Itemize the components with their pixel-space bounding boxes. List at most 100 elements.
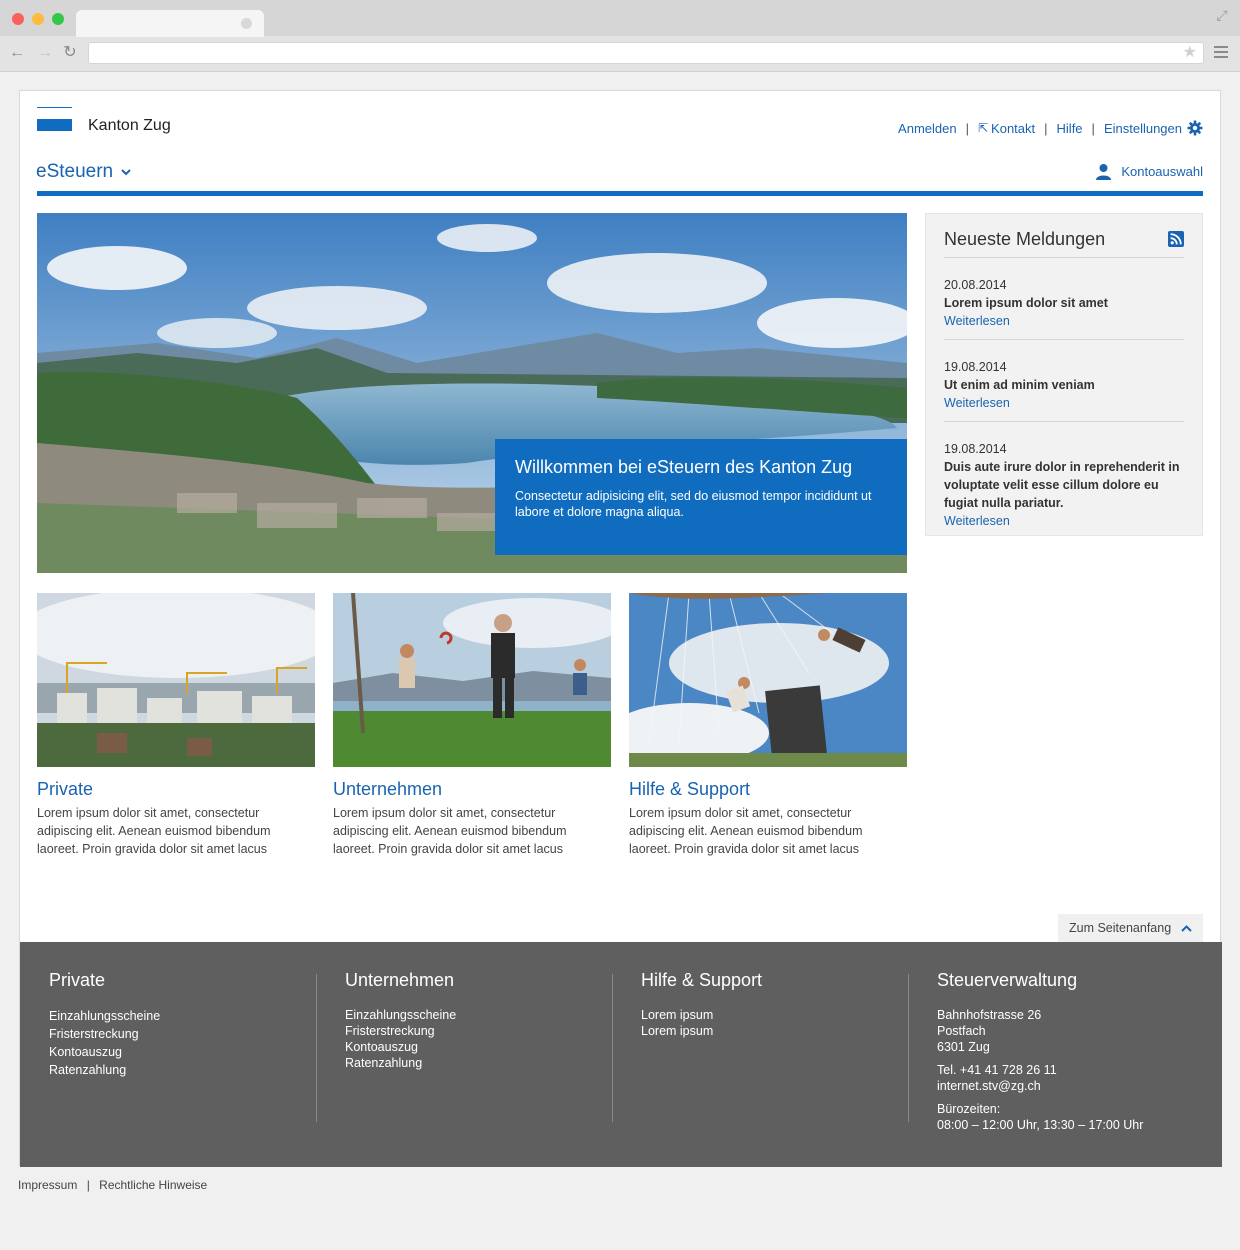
footer-link[interactable]: Lorem ipsum bbox=[641, 1007, 908, 1023]
card-title[interactable]: Unternehmen bbox=[333, 779, 611, 800]
welcome-title: Willkommen bei eSteuern des Kanton Zug bbox=[515, 457, 853, 477]
footer-link[interactable]: Lorem ipsum bbox=[641, 1023, 908, 1039]
footer-heading: Unternehmen bbox=[345, 970, 455, 990]
phone-number[interactable]: Tel. +41 41 728 26 11 bbox=[937, 1062, 1222, 1078]
news-headline: Lorem ipsum dolor sit amet bbox=[944, 296, 1108, 310]
separator: | bbox=[965, 120, 969, 136]
news-item: 19.08.2014 Ut enim ad minim veniam Weite… bbox=[944, 340, 1184, 422]
footer-col-business: Unternehmen Einzahlungsscheine Fristerst… bbox=[316, 970, 612, 1071]
logo-line bbox=[37, 107, 72, 108]
footer-link[interactable]: Einzahlungsscheine bbox=[345, 1007, 612, 1023]
card-title[interactable]: Private bbox=[37, 779, 315, 800]
app-menu-label: eSteuern bbox=[36, 161, 114, 182]
app-menu-button[interactable]: eSteuern bbox=[36, 161, 131, 183]
hours-text: 08:00 – 12:00 Uhr, 13:30 – 17:00 Uhr bbox=[937, 1118, 1144, 1132]
bookmark-star-icon[interactable]: ★ bbox=[1183, 44, 1197, 62]
card-private: Private Lorem ipsum dolor sit amet, cons… bbox=[37, 593, 315, 858]
footer-link[interactable]: Ratenzahlung bbox=[345, 1055, 612, 1071]
browser-chrome: ⤢ ← → ↻ ★ bbox=[0, 0, 1240, 72]
news-date: 19.08.2014 bbox=[944, 442, 1007, 456]
news-item: 20.08.2014 Lorem ipsum dolor sit amet We… bbox=[944, 258, 1184, 340]
card-support: Hilfe & Support Lorem ipsum dolor sit am… bbox=[629, 593, 907, 858]
logo-flag-icon bbox=[37, 119, 72, 131]
separator: | bbox=[1091, 120, 1095, 136]
read-more-link[interactable]: Weiterlesen bbox=[944, 512, 1184, 530]
welcome-text: Consectetur adipisicing elit, sed do eiu… bbox=[515, 489, 872, 519]
family-meadow-image bbox=[333, 593, 611, 767]
close-window-button[interactable] bbox=[12, 13, 24, 25]
settings-link[interactable]: Einstellungen bbox=[1104, 121, 1182, 136]
address-bar[interactable]: ★ bbox=[88, 42, 1204, 64]
gear-icon[interactable] bbox=[1187, 120, 1203, 136]
footer-col-private: Private Einzahlungsscheine Fristerstreck… bbox=[20, 970, 316, 1079]
user-icon bbox=[1096, 164, 1112, 180]
footer: Private Einzahlungsscheine Fristerstreck… bbox=[20, 942, 1222, 1167]
separator: | bbox=[1044, 120, 1048, 136]
news-panel: Neueste Meldungen 20.08.2014 Lorem ipsum… bbox=[925, 213, 1203, 536]
email-link[interactable]: internet.stv@zg.ch bbox=[937, 1078, 1222, 1094]
imprint-link[interactable]: Impressum bbox=[18, 1178, 77, 1192]
address-line: Bahnhofstrasse 26 bbox=[937, 1008, 1042, 1022]
maximize-window-button[interactable] bbox=[52, 13, 64, 25]
account-select-label: Kontoauswahl bbox=[1121, 164, 1203, 179]
external-arrow-icon: ⇱ bbox=[977, 121, 989, 135]
login-link[interactable]: Anmelden bbox=[898, 121, 957, 136]
card-image[interactable] bbox=[37, 593, 315, 767]
browser-menu-icon[interactable] bbox=[1214, 46, 1228, 58]
address-line: 6301 Zug bbox=[937, 1040, 990, 1054]
card-image[interactable] bbox=[333, 593, 611, 767]
footer-link[interactable]: Fristerstreckung bbox=[345, 1023, 612, 1039]
news-title: Neueste Meldungen bbox=[944, 229, 1106, 249]
news-date: 20.08.2014 bbox=[944, 278, 1007, 292]
news-item: 19.08.2014 Duis aute irure dolor in repr… bbox=[944, 422, 1184, 539]
swing-ride-image bbox=[629, 593, 907, 767]
news-headline: Duis aute irure dolor in reprehenderit i… bbox=[944, 460, 1180, 510]
card-image[interactable] bbox=[629, 593, 907, 767]
footer-link[interactable]: Kontoauszug bbox=[345, 1039, 612, 1055]
help-link[interactable]: Hilfe bbox=[1057, 121, 1083, 136]
brand-name[interactable]: Kanton Zug bbox=[88, 117, 171, 135]
address-line: Postfach bbox=[937, 1024, 986, 1038]
footer-heading: Private bbox=[49, 970, 106, 990]
news-header: Neueste Meldungen bbox=[944, 214, 1184, 258]
reload-icon[interactable]: ↻ bbox=[61, 44, 79, 62]
chevron-up-icon bbox=[1181, 924, 1192, 932]
footer-link[interactable]: Fristerstreckung bbox=[49, 1025, 316, 1043]
top-links: Anmelden | ⇱ Kontakt | Hilfe | Einstellu… bbox=[898, 120, 1203, 136]
forward-arrow-icon[interactable]: → bbox=[36, 44, 54, 62]
read-more-link[interactable]: Weiterlesen bbox=[944, 394, 1184, 412]
card-title[interactable]: Hilfe & Support bbox=[629, 779, 907, 800]
tab-close-icon[interactable] bbox=[241, 18, 252, 29]
card-text: Lorem ipsum dolor sit amet, consectetur … bbox=[629, 806, 863, 856]
legal-link[interactable]: Rechtliche Hinweise bbox=[99, 1178, 207, 1192]
welcome-box: Willkommen bei eSteuern des Kanton Zug C… bbox=[495, 439, 907, 555]
footer-heading: Hilfe & Support bbox=[641, 970, 763, 990]
account-select-button[interactable]: Kontoauswahl bbox=[1095, 163, 1203, 180]
back-to-top-button[interactable]: Zum Seitenanfang bbox=[1058, 914, 1203, 942]
footer-heading: Steuerverwaltung bbox=[937, 970, 1078, 990]
fullscreen-icon[interactable]: ⤢ bbox=[1214, 7, 1230, 23]
header-divider bbox=[37, 191, 1203, 196]
footer-col-admin: Steuerverwaltung Bahnhofstrasse 26 Postf… bbox=[908, 970, 1222, 1133]
news-headline: Ut enim ad minim veniam bbox=[944, 378, 1095, 392]
back-arrow-icon[interactable]: ← bbox=[8, 44, 26, 62]
footer-link[interactable]: Ratenzahlung bbox=[49, 1061, 316, 1079]
browser-tab[interactable] bbox=[76, 10, 264, 37]
contact-link[interactable]: Kontakt bbox=[991, 121, 1035, 136]
rss-icon[interactable] bbox=[1168, 231, 1184, 247]
footer-link[interactable]: Kontoauszug bbox=[49, 1043, 316, 1061]
card-business: Unternehmen Lorem ipsum dolor sit amet, … bbox=[333, 593, 611, 858]
bottom-links: Impressum | Rechtliche Hinweise bbox=[18, 1178, 207, 1192]
chevron-down-icon bbox=[121, 169, 131, 176]
hours-label: Bürozeiten: bbox=[937, 1102, 1001, 1116]
city-construction-image bbox=[37, 593, 315, 767]
card-text: Lorem ipsum dolor sit amet, consectetur … bbox=[37, 806, 271, 856]
card-text: Lorem ipsum dolor sit amet, consectetur … bbox=[333, 806, 567, 856]
news-date: 19.08.2014 bbox=[944, 360, 1007, 374]
footer-link[interactable]: Einzahlungsscheine bbox=[49, 1007, 316, 1025]
read-more-link[interactable]: Weiterlesen bbox=[944, 312, 1184, 330]
minimize-window-button[interactable] bbox=[32, 13, 44, 25]
hero-banner: Willkommen bei eSteuern des Kanton Zug C… bbox=[37, 213, 907, 573]
footer-col-support: Hilfe & Support Lorem ipsum Lorem ipsum bbox=[612, 970, 908, 1039]
browser-tabbar: ⤢ bbox=[0, 0, 1240, 37]
